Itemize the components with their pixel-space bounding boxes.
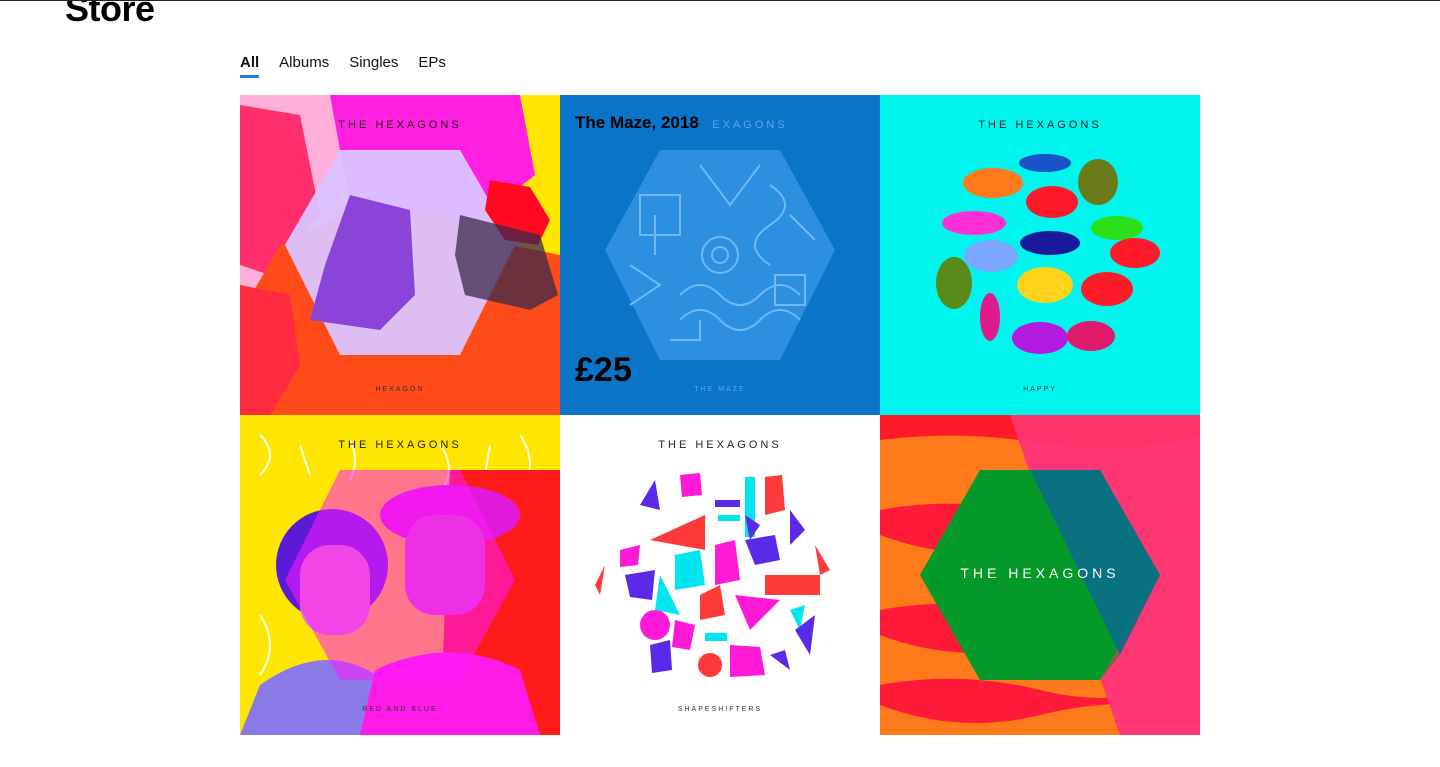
album-card-hexagon[interactable]: THE HEXAGONS HEXAGON [240, 95, 560, 415]
album-cover-art [880, 95, 1200, 415]
album-cover-art [560, 415, 880, 735]
album-subtitle: HEXAGON [375, 386, 425, 393]
album-band-name: THE HEXAGONS [960, 565, 1120, 581]
album-hover-price: £25 [575, 351, 632, 389]
tab-all[interactable]: All [240, 53, 260, 78]
album-card-the-hexagons[interactable]: THE HEXAGONS [880, 415, 1200, 735]
tab-eps[interactable]: EPs [418, 53, 446, 76]
album-cover-art [240, 95, 560, 415]
album-subtitle: HAPPY [1023, 386, 1057, 393]
tab-singles[interactable]: Singles [349, 53, 398, 76]
album-band-name: EXAGONS [712, 119, 788, 131]
album-card-shapeshifters[interactable]: THE HEXAGONS SHAPESHIFTERS [560, 415, 880, 735]
album-band-name: THE HEXAGONS [338, 439, 462, 451]
album-card-the-maze[interactable]: EXAGONS THE MAZE The Maze, 2018 £25 [560, 95, 880, 415]
album-subtitle: SHAPESHIFTERS [677, 706, 763, 713]
store-page: Store All Albums Singles EPs THE HEXAGON… [0, 0, 1440, 767]
filter-tabs: All Albums Singles EPs [240, 53, 446, 78]
album-subtitle: RED AND BLUE [362, 706, 438, 713]
page-title: Store [65, 0, 155, 29]
album-band-name: THE HEXAGONS [338, 119, 462, 131]
album-grid: THE HEXAGONS HEXAGON EXAGONS THE MAZE Th… [240, 95, 1200, 735]
tab-albums[interactable]: Albums [279, 53, 329, 76]
album-hover-title: The Maze, 2018 [575, 113, 699, 132]
album-card-red-and-blue[interactable]: THE HEXAGONS RED AND BLUE [240, 415, 560, 735]
album-band-name: THE HEXAGONS [978, 119, 1102, 131]
album-cover-art [240, 415, 560, 735]
album-band-name: THE HEXAGONS [658, 439, 782, 451]
album-card-happy[interactable]: THE HEXAGONS HAPPY [880, 95, 1200, 415]
